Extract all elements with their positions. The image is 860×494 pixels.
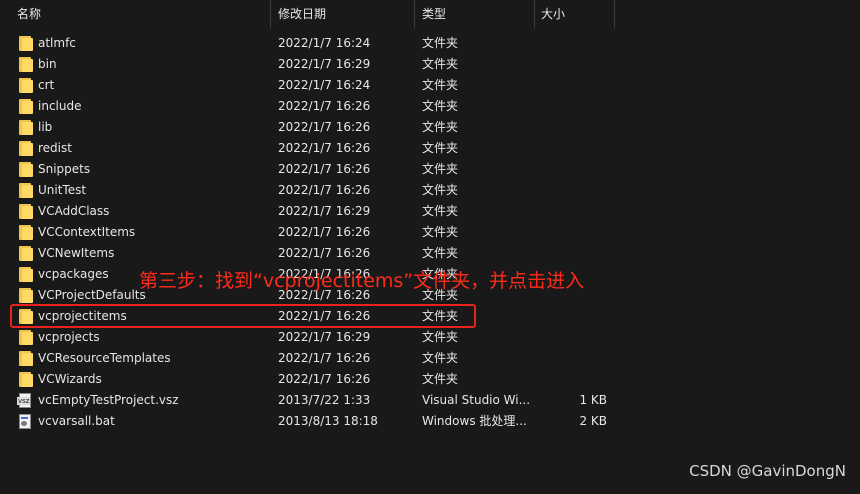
file-row[interactable]: lib 2022/1/7 16:26 文件夹 [0, 117, 860, 138]
file-date: 2022/1/7 16:26 [278, 372, 371, 386]
folder-icon [19, 57, 33, 72]
file-name: VCNewItems [38, 246, 115, 260]
file-type: 文件夹 [422, 351, 459, 365]
folder-icon [19, 225, 33, 240]
file-type: 文件夹 [422, 141, 459, 155]
file-row[interactable]: atlmfc 2022/1/7 16:24 文件夹 [0, 33, 860, 54]
column-divider[interactable] [534, 0, 535, 28]
file-date: 2022/1/7 16:26 [278, 351, 371, 365]
watermark: CSDN @GavinDongN [689, 462, 846, 480]
file-row[interactable]: VCResourceTemplates 2022/1/7 16:26 文件夹 [0, 348, 860, 369]
file-date: 2022/1/7 16:26 [278, 141, 371, 155]
file-row[interactable]: VCNewItems 2022/1/7 16:26 文件夹 [0, 243, 860, 264]
highlight-box [10, 304, 476, 328]
file-row[interactable]: VCWizards 2022/1/7 16:26 文件夹 [0, 369, 860, 390]
file-name: redist [38, 141, 72, 155]
file-date: 2022/1/7 16:24 [278, 78, 371, 92]
file-name: VCWizards [38, 372, 102, 386]
file-name: bin [38, 57, 57, 71]
file-name: lib [38, 120, 53, 134]
file-date: 2022/1/7 16:26 [278, 162, 371, 176]
file-name: vcEmptyTestProject.vsz [38, 393, 179, 407]
file-date: 2022/1/7 16:26 [278, 99, 371, 113]
column-header-size[interactable]: 大小 [541, 0, 565, 28]
folder-icon [19, 267, 33, 282]
file-row[interactable]: VCAddClass 2022/1/7 16:29 文件夹 [0, 201, 860, 222]
file-row[interactable]: UnitTest 2022/1/7 16:26 文件夹 [0, 180, 860, 201]
file-date: 2022/1/7 16:24 [278, 36, 371, 50]
file-name: UnitTest [38, 183, 87, 197]
column-header-name[interactable]: 名称 [17, 0, 41, 28]
file-type: 文件夹 [422, 99, 459, 113]
bat-file-icon [19, 414, 33, 429]
file-row[interactable]: include 2022/1/7 16:26 文件夹 [0, 96, 860, 117]
file-type: 文件夹 [422, 120, 459, 134]
file-row[interactable]: Snippets 2022/1/7 16:26 文件夹 [0, 159, 860, 180]
step-annotation: 第三步：找到“vcprojectitems”文件夹，并点击进入 [139, 270, 585, 292]
vsz-file-icon: vsz [17, 393, 33, 408]
file-type: 文件夹 [422, 330, 459, 344]
file-type: 文件夹 [422, 183, 459, 197]
file-type: 文件夹 [422, 372, 459, 386]
folder-icon [19, 78, 33, 93]
file-type: 文件夹 [422, 57, 459, 71]
file-name: VCContextItems [38, 225, 136, 239]
folder-icon [19, 204, 33, 219]
column-header-date[interactable]: 修改日期 [278, 0, 326, 28]
file-row[interactable]: vcprojects 2022/1/7 16:29 文件夹 [0, 327, 860, 348]
file-type: Visual Studio Wi... [422, 393, 531, 407]
sort-arrow-icon: ^ [137, 0, 146, 6]
file-type: 文件夹 [422, 246, 459, 260]
file-date: 2022/1/7 16:29 [278, 57, 371, 71]
file-name: vcvarsall.bat [38, 414, 115, 428]
folder-icon [19, 120, 33, 135]
file-row[interactable]: crt 2022/1/7 16:24 文件夹 [0, 75, 860, 96]
file-name: Snippets [38, 162, 91, 176]
file-row[interactable]: VCContextItems 2022/1/7 16:26 文件夹 [0, 222, 860, 243]
file-date: 2022/1/7 16:29 [278, 204, 371, 218]
folder-icon [19, 162, 33, 177]
folder-icon [19, 330, 33, 345]
column-divider[interactable] [270, 0, 271, 28]
file-date: 2022/1/7 16:26 [278, 120, 371, 134]
file-size: 2 KB [579, 414, 607, 428]
file-date: 2022/1/7 16:26 [278, 225, 371, 239]
file-type: 文件夹 [422, 162, 459, 176]
folder-icon [19, 183, 33, 198]
folder-icon [19, 372, 33, 387]
column-header-type[interactable]: 类型 [422, 0, 446, 28]
folder-icon [19, 246, 33, 261]
file-name: include [38, 99, 82, 113]
file-row[interactable]: vsz vcEmptyTestProject.vsz 2013/7/22 1:3… [0, 390, 860, 411]
folder-icon [19, 351, 33, 366]
file-type: 文件夹 [422, 225, 459, 239]
file-name: vcprojects [38, 330, 100, 344]
file-type: 文件夹 [422, 204, 459, 218]
column-divider[interactable] [414, 0, 415, 28]
column-divider[interactable] [614, 0, 615, 28]
file-type: 文件夹 [422, 78, 459, 92]
column-header-bar: ^ 名称 修改日期 类型 大小 [0, 0, 860, 28]
file-date: 2022/1/7 16:26 [278, 183, 371, 197]
file-name: atlmfc [38, 36, 76, 50]
file-row[interactable]: vcvarsall.bat 2013/8/13 18:18 Windows 批处… [0, 411, 860, 432]
file-name: crt [38, 78, 55, 92]
file-type: Windows 批处理... [422, 414, 527, 428]
file-date: 2022/1/7 16:26 [278, 246, 371, 260]
folder-icon [19, 99, 33, 114]
file-date: 2013/7/22 1:33 [278, 393, 371, 407]
folder-icon [19, 288, 33, 303]
file-type: 文件夹 [422, 36, 459, 50]
folder-icon [19, 36, 33, 51]
file-list: atlmfc 2022/1/7 16:24 文件夹 bin 2022/1/7 1… [0, 33, 860, 432]
file-date: 2013/8/13 18:18 [278, 414, 378, 428]
folder-icon [19, 141, 33, 156]
file-date: 2022/1/7 16:29 [278, 330, 371, 344]
file-name: VCResourceTemplates [38, 351, 171, 365]
file-size: 1 KB [579, 393, 607, 407]
file-row[interactable]: bin 2022/1/7 16:29 文件夹 [0, 54, 860, 75]
file-name: VCAddClass [38, 204, 110, 218]
file-row[interactable]: redist 2022/1/7 16:26 文件夹 [0, 138, 860, 159]
